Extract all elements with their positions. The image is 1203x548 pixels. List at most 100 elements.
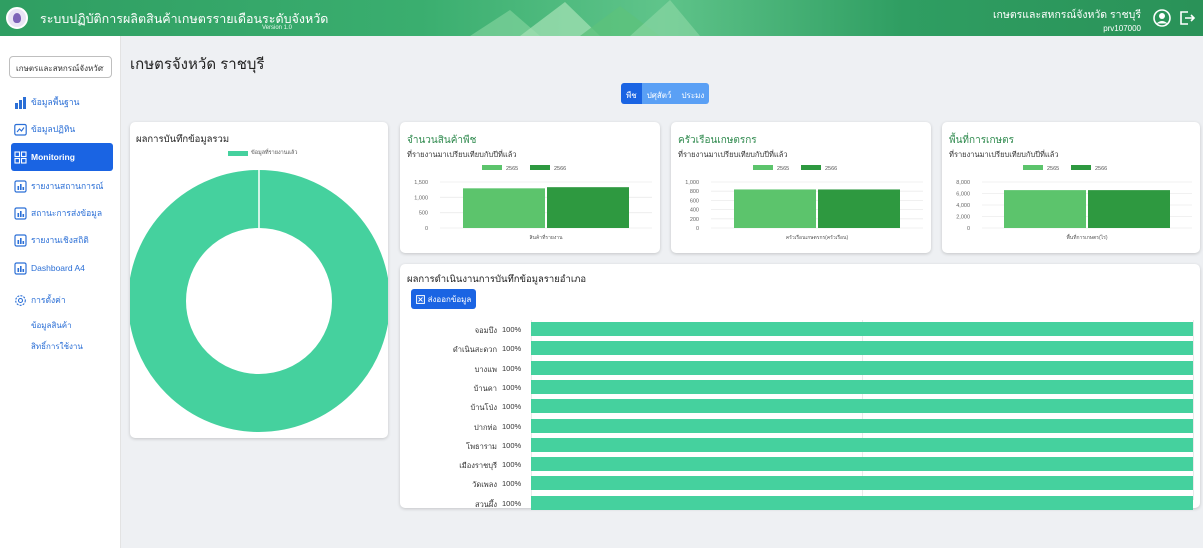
district-name: บ้านโป่ง <box>470 403 497 413</box>
app-header: ระบบปฏิบัติการผลิตสินค้าเกษตรรายเดือนระด… <box>0 0 1203 36</box>
district-row: บางแพ 100% <box>0 360 1203 375</box>
district-bar[interactable] <box>531 457 1193 472</box>
district-name: บ้านคา <box>473 383 497 393</box>
tab-plants[interactable]: พืช <box>621 83 642 104</box>
sidebar-item-statistics-report[interactable]: รายงานเชิงสถิติ <box>14 227 114 253</box>
report-icon <box>14 261 27 275</box>
district-name: เมืองราชบุรี <box>459 461 497 471</box>
district-bar[interactable] <box>531 322 1193 336</box>
district-percent: 100% <box>502 325 522 334</box>
sidebar-item-dashboard-a4[interactable]: Dashboard A4 <box>14 255 114 281</box>
tab-livestock[interactable]: ปศุสัตว์ <box>641 83 677 104</box>
district-name: จอมบึง <box>474 326 497 335</box>
sidebar-item-label: การตั้งค่า <box>31 295 66 305</box>
district-bar[interactable] <box>531 379 1193 394</box>
sidebar-item-label: Monitoring <box>31 152 75 162</box>
y-tick-label: 0 <box>425 226 428 232</box>
district-bar[interactable] <box>531 341 1193 356</box>
y-tick-label: 6,000 <box>956 192 970 198</box>
y-tick-label: 2,000 <box>956 215 970 221</box>
user-code: prv107000 <box>1103 24 1141 33</box>
legend-swatch <box>482 165 502 170</box>
page-title: เกษตรจังหวัด ราชบุรี <box>130 56 265 73</box>
user-name: เกษตรและสหกรณ์จังหวัด ราชบุรี <box>992 9 1141 21</box>
y-tick-label: 800 <box>690 189 699 195</box>
district-name: ดำเนินสะดวก <box>452 345 497 355</box>
app-logo <box>6 7 28 29</box>
summary-card-title: ผลการบันทึกข้อมูลรวม <box>136 134 230 145</box>
district-row: โพธาราม 100% <box>0 437 1203 452</box>
sidebar-item-label: ข้อมูลปฏิทิน <box>31 124 76 134</box>
district-row: เมืองราชบุรี 100% <box>0 457 1203 472</box>
district-name: วัดเพลง <box>472 480 497 490</box>
legend-label: 2566 <box>825 166 837 172</box>
district-card-title: ผลการดำเนินงานการบันทึกข้อมูลรายอำเภอ <box>407 274 587 285</box>
district-bar[interactable] <box>531 399 1193 414</box>
bar-2566 <box>818 189 900 228</box>
legend-swatch <box>801 165 821 170</box>
report-icon <box>14 233 27 247</box>
sidebar-item-settings[interactable]: การตั้งค่า <box>14 287 114 313</box>
legend-swatch <box>530 165 550 170</box>
district-percent: 100% <box>502 460 522 470</box>
legend-label: 2566 <box>554 166 566 172</box>
summary-legend[interactable]: ข้อมูลที่รายงานแล้ว <box>228 149 298 157</box>
legend-swatch <box>1023 165 1043 170</box>
card-title: พื้นที่การเกษตร <box>949 135 1014 146</box>
district-bar[interactable] <box>531 418 1193 433</box>
district-name: โพธาราม <box>466 441 497 451</box>
district-bar[interactable] <box>531 495 1193 510</box>
y-tick-label: 4,000 <box>956 203 970 209</box>
province-select[interactable]: เกษตรและสหกรณ์จังหวัด ⌄ <box>9 56 112 78</box>
export-button-label: ส่งออกข้อมูล <box>427 294 472 304</box>
bar-2565 <box>734 189 816 228</box>
sidebar-item-label: ข้อมูลพื้นฐาน <box>31 97 80 107</box>
export-button[interactable]: ส่งออกข้อมูล <box>411 289 476 309</box>
grid-icon <box>14 150 27 164</box>
district-percent: 100% <box>502 421 522 431</box>
sidebar-item-label: Dashboard A4 <box>31 263 85 273</box>
y-tick-label: 0 <box>967 226 970 232</box>
user-circle-icon[interactable] <box>1153 9 1171 27</box>
legend-label: 2565 <box>1047 166 1059 172</box>
logout-icon[interactable] <box>1178 9 1196 27</box>
district-bar[interactable] <box>531 476 1193 491</box>
tab-fishery[interactable]: ประมง <box>676 83 710 104</box>
district-row: ปากท่อ 100% <box>0 418 1203 433</box>
district-row: ดำเนินสะดวก 100% <box>0 341 1203 356</box>
district-name: บางแพ <box>474 364 497 374</box>
sidebar-item-situation-report[interactable]: รายงานสถานการณ์ <box>14 173 114 199</box>
bar-2565 <box>463 188 545 228</box>
card-title: ครัวเรือนเกษตรกร <box>678 135 757 146</box>
district-bar[interactable] <box>531 360 1193 375</box>
calendar-chart-icon <box>14 123 27 136</box>
district-row: บ้านโป่ง 100% <box>0 399 1203 414</box>
legend-swatch <box>228 150 248 156</box>
y-tick-label: 1,000 <box>685 180 699 186</box>
farm-area-chart: 2565 2566 8,000 6,000 4,000 2,000 0 พื้นที่การเ… <box>956 165 1192 241</box>
sidebar-item-basic-data[interactable]: ข้อมูลพื้นฐาน <box>14 89 114 115</box>
district-name: สวนผึ้ง <box>475 499 497 509</box>
district-bar[interactable] <box>531 437 1193 452</box>
sidebar-item-calendar[interactable]: ข้อมูลปฏิทิน <box>14 116 114 142</box>
sidebar-item-label: สถานะการส่งข้อมูล <box>31 208 103 218</box>
user-info[interactable]: เกษตรและสหกรณ์จังหวัด ราชบุรี prv107000 <box>993 6 1141 33</box>
report-icon <box>14 179 27 193</box>
legend-label: 2565 <box>506 166 518 172</box>
sidebar-item-monitoring[interactable]: Monitoring <box>11 143 113 171</box>
district-name: ปากท่อ <box>474 422 497 432</box>
category-segment: พืช ปศุสัตว์ ประมง <box>621 83 710 104</box>
district-row: วัดเพลง 100% <box>0 476 1203 491</box>
y-tick-label: 400 <box>690 208 699 214</box>
bar-2566 <box>1088 190 1170 228</box>
y-tick-label: 8,000 <box>956 180 970 186</box>
district-row: จอมบึง 100% <box>0 322 1203 336</box>
y-tick-label: 500 <box>419 211 428 217</box>
sidebar-item-submission-status[interactable]: สถานะการส่งข้อมูล <box>14 200 114 226</box>
sidebar-item-label: รายงานเชิงสถิติ <box>31 235 89 245</box>
sidebar: เกษตรและสหกรณ์จังหวัด ⌄ ข้อมูลพื้นฐาน ข้… <box>0 36 121 548</box>
district-row: สวนผึ้ง 100% <box>0 495 1203 510</box>
legend-label: ข้อมูลที่รายงานแล้ว <box>251 150 298 156</box>
x-axis-label: พื้นที่การเกษตร(ไร่) <box>1066 232 1107 241</box>
report-icon <box>14 206 27 220</box>
